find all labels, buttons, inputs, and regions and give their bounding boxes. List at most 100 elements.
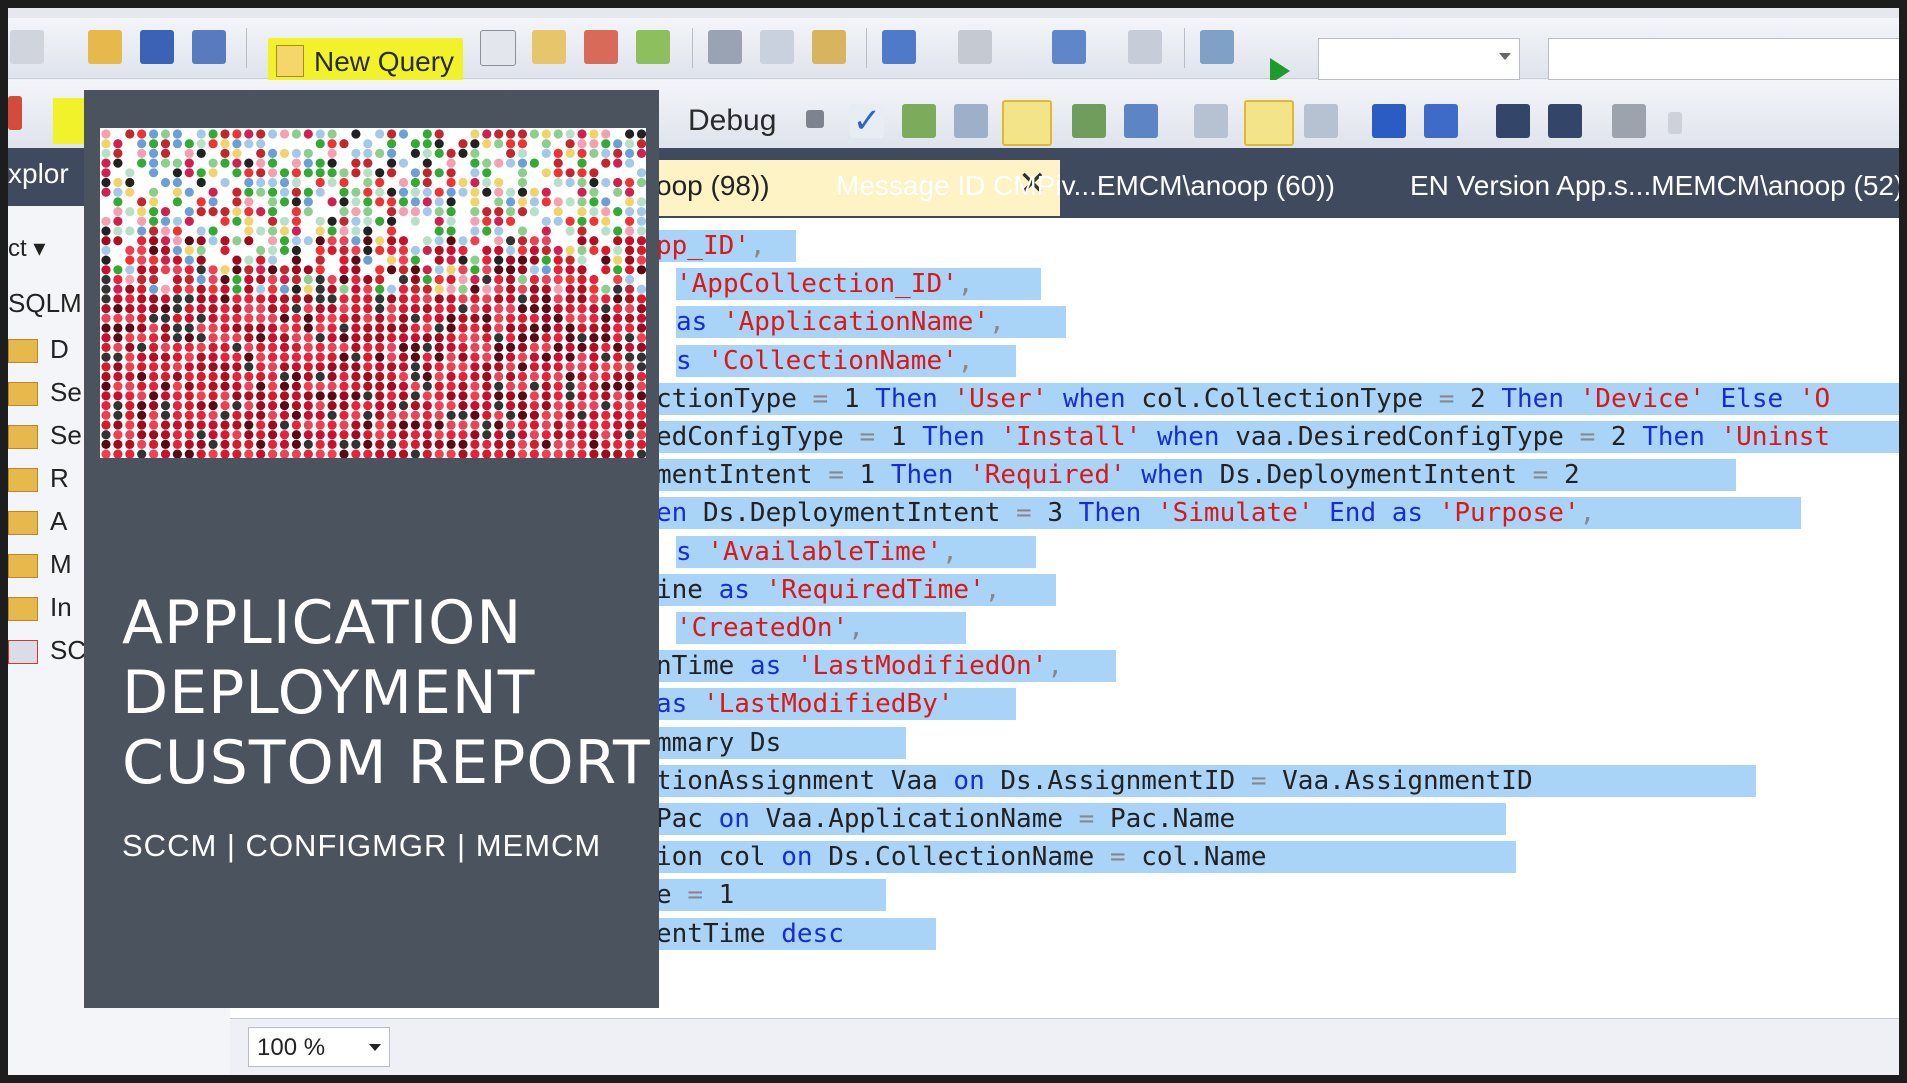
check-icon[interactable]: ✓	[850, 104, 884, 138]
mosaic-dot	[101, 274, 111, 285]
undo-icon[interactable]	[882, 30, 916, 64]
code-line[interactable]: entTime desc	[656, 917, 936, 950]
code-line[interactable]: ctionType = 1 Then 'User' when col.Colle…	[656, 382, 1899, 415]
save-icon[interactable]	[140, 30, 174, 64]
results-to-file-icon[interactable]	[1002, 100, 1052, 146]
folder-icon	[8, 554, 38, 579]
xmla-query-icon[interactable]	[636, 30, 670, 64]
results-to-grid-icon[interactable]	[1244, 100, 1294, 146]
results-file-icon[interactable]	[1304, 104, 1338, 138]
cut-icon[interactable]	[708, 30, 742, 64]
paste-icon[interactable]	[812, 30, 846, 64]
outdent-icon[interactable]	[1548, 104, 1582, 138]
code-token: ,	[1047, 651, 1063, 682]
mosaic-dot	[375, 391, 385, 401]
solution-icon[interactable]	[1128, 30, 1162, 64]
code-line[interactable]: pp_ID',	[656, 230, 796, 262]
code-token: col.Name	[1141, 842, 1267, 873]
display-plan-icon[interactable]	[954, 104, 988, 138]
include-plan-icon[interactable]	[1072, 104, 1106, 138]
stop-icon[interactable]	[806, 110, 824, 128]
mosaic-dot	[553, 342, 563, 352]
mosaic-dot	[125, 197, 135, 207]
code-line[interactable]: nTime as 'LastModifiedOn',	[656, 650, 1116, 683]
mosaic-dot	[482, 158, 492, 168]
mosaic-dot	[208, 284, 218, 294]
tree-item-integration[interactable]: In	[8, 592, 72, 623]
server-node[interactable]: SQLM	[8, 288, 82, 319]
tree-item-management[interactable]: M	[8, 549, 72, 580]
code-line[interactable]: mmary Ds	[656, 726, 906, 759]
code-line[interactable]: 'AppCollection_ID',	[676, 268, 1041, 301]
mosaic-dot	[636, 313, 646, 323]
connect-icon[interactable]	[8, 96, 22, 130]
code-line[interactable]: ine as 'RequiredTime',	[656, 573, 1056, 606]
tree-item-always-on[interactable]: A	[8, 506, 67, 537]
uncomment-icon[interactable]	[1424, 104, 1458, 138]
mosaic-dot	[279, 333, 290, 343]
grid-icon[interactable]	[10, 30, 44, 64]
code-line[interactable]: tionAssignment Vaa on Ds.AssignmentID = …	[656, 764, 1756, 797]
code-line[interactable]: ion col on Ds.CollectionName = col.Name	[656, 841, 1516, 874]
mosaic-dot	[149, 342, 159, 352]
mosaic-dot	[434, 323, 444, 333]
code-line[interactable]: as 'LastModifiedBy'	[656, 688, 1016, 721]
zoom-dropdown[interactable]: 100 %	[248, 1027, 390, 1067]
ssms-window: New Query Debug ✓ xplor ct ▾ SQLM D Se S…	[8, 8, 1899, 1075]
mosaic-dot	[196, 449, 206, 458]
code-line[interactable]: as 'ApplicationName',	[676, 306, 1066, 339]
mdx-query-icon[interactable]	[532, 30, 566, 64]
debug-button-label[interactable]: Debug	[688, 104, 776, 138]
code-line[interactable]: s 'CollectionName',	[676, 344, 1016, 377]
code-line[interactable]: Pac on Vaa.ApplicationName = Pac.Name	[656, 803, 1506, 835]
tree-item-server-objects[interactable]: Se	[8, 420, 82, 451]
mosaic-dot	[101, 342, 111, 352]
mosaic-dot	[398, 342, 409, 352]
code-line[interactable]: mentIntent = 1 Then 'Required' when Ds.D…	[656, 459, 1736, 492]
client-stats-icon[interactable]	[1124, 104, 1158, 138]
comment-icon[interactable]	[1372, 104, 1406, 138]
code-line[interactable]: 'CreatedOn',	[676, 612, 966, 644]
mosaic-dot	[613, 265, 623, 275]
code-line[interactable]: en Ds.DeploymentIntent = 3 Then 'Simulat…	[656, 497, 1801, 530]
mosaic-dot	[494, 352, 504, 362]
mosaic-dot	[351, 323, 361, 333]
tree-item-security[interactable]: Se	[8, 377, 82, 408]
specify-values-icon[interactable]	[1612, 104, 1646, 138]
query-designer-icon[interactable]	[902, 104, 936, 138]
connect-button[interactable]: ct ▾	[8, 234, 45, 263]
tree-item-databases[interactable]: D	[8, 334, 69, 365]
redo-icon[interactable]	[958, 30, 992, 64]
copy-icon[interactable]	[760, 30, 794, 64]
code-token: 'LastModifiedOn'	[796, 651, 1048, 682]
config-dropdown[interactable]	[1318, 38, 1520, 80]
open-icon[interactable]	[88, 30, 122, 64]
code-line[interactable]: edConfigType = 1 Then 'Install' when vaa…	[656, 421, 1899, 453]
mosaic-dot	[220, 129, 230, 139]
navigate-icon[interactable]	[1052, 30, 1086, 64]
activity-monitor-icon[interactable]	[1200, 30, 1234, 64]
mosaic-dot	[375, 265, 385, 275]
mosaic-dot	[434, 420, 444, 430]
search-box[interactable]	[1548, 38, 1899, 80]
new-query-button[interactable]: New Query	[268, 38, 463, 84]
mosaic-dot	[196, 313, 206, 323]
code-line[interactable]: e = 1	[656, 879, 886, 912]
dmx-query-icon[interactable]	[584, 30, 618, 64]
toolbar-overflow-icon[interactable]	[1668, 112, 1682, 134]
mosaic-dot	[553, 304, 563, 314]
tree-item-sql-agent[interactable]: SC	[8, 635, 86, 666]
code-line[interactable]: s 'AvailableTime',	[676, 535, 1036, 568]
mosaic-dot	[113, 197, 123, 207]
mosaic-dot	[434, 449, 444, 458]
save-all-icon[interactable]	[192, 30, 226, 64]
mosaic-dot	[410, 245, 420, 255]
tree-item-replication[interactable]: R	[8, 463, 69, 494]
mosaic-dot	[244, 216, 254, 226]
mosaic-dot	[506, 129, 516, 139]
results-to-text-icon[interactable]	[1194, 104, 1228, 138]
indent-icon[interactable]	[1496, 104, 1530, 138]
mosaic-dot	[303, 236, 313, 246]
mosaic-dot	[553, 294, 563, 304]
new-file-icon[interactable]	[480, 30, 516, 66]
